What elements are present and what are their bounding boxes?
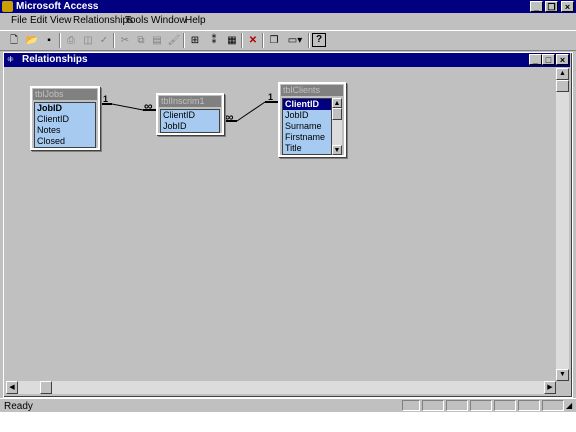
canvas-vertical-scrollbar[interactable]: ▲ ▼ [556,68,569,381]
field-item[interactable]: JobID [35,103,95,114]
field-item-selected[interactable]: ClientID [283,99,331,110]
field-list[interactable]: ClientID JobID [160,109,220,133]
canvas-horizontal-scrollbar[interactable]: ◀ ▶ [6,381,556,394]
scroll-thumb[interactable] [40,381,52,394]
field-list[interactable]: ClientID JobID Surname Firstname Title [282,98,332,155]
field-item[interactable]: JobID [283,110,331,121]
table-box-tblclients[interactable]: tblClients ClientID JobID Surname Firstn… [278,82,346,157]
status-panel [446,400,468,411]
field-item[interactable]: Surname [283,121,331,132]
scroll-left-icon[interactable]: ◀ [6,381,18,394]
status-text: Ready [4,401,33,412]
field-item[interactable]: Firstname [283,132,331,143]
field-item[interactable]: Notes [35,125,95,136]
table-box-tblinscrim1[interactable]: tblInscrim1 ClientID JobID [156,93,224,135]
scroll-thumb[interactable] [556,80,569,92]
status-panel [402,400,420,411]
scroll-down-icon[interactable]: ▼ [556,369,569,381]
field-list-scrollbar[interactable]: ▲ ▼ [332,98,342,155]
table-title[interactable]: tblClients [281,85,343,96]
status-panel [518,400,540,411]
scroll-right-icon[interactable]: ▶ [544,381,556,394]
scroll-up-icon[interactable]: ▲ [556,68,569,80]
status-panel [470,400,492,411]
resize-grip-icon[interactable]: ◢ [566,400,575,411]
rel-one-label: 1 [268,92,274,102]
scroll-up-icon[interactable]: ▲ [332,98,342,108]
field-list[interactable]: JobID ClientID Notes Closed [34,102,96,148]
rel-one-label: 1 [103,94,109,104]
field-item[interactable]: Closed [35,136,95,147]
status-panel [542,400,564,411]
scroll-down-icon[interactable]: ▼ [332,145,342,155]
status-panel [494,400,516,411]
status-panel [422,400,444,411]
table-title[interactable]: tblInscrim1 [159,96,221,107]
scroll-thumb[interactable] [332,108,342,120]
relationship-lines [99,101,279,122]
field-item[interactable]: ClientID [161,110,219,121]
field-item[interactable]: ClientID [35,114,95,125]
scrollbar-corner [556,381,569,394]
rel-many-label: ∞ [225,110,234,124]
field-item[interactable]: Title [283,143,331,154]
rel-many-label: ∞ [144,99,153,113]
rel-line-segment [111,103,144,111]
table-box-tbljobs[interactable]: tblJobs JobID ClientID Notes Closed [30,86,100,150]
field-item[interactable]: JobID [161,121,219,132]
table-title[interactable]: tblJobs [33,89,97,100]
rel-line-segment [236,101,266,122]
